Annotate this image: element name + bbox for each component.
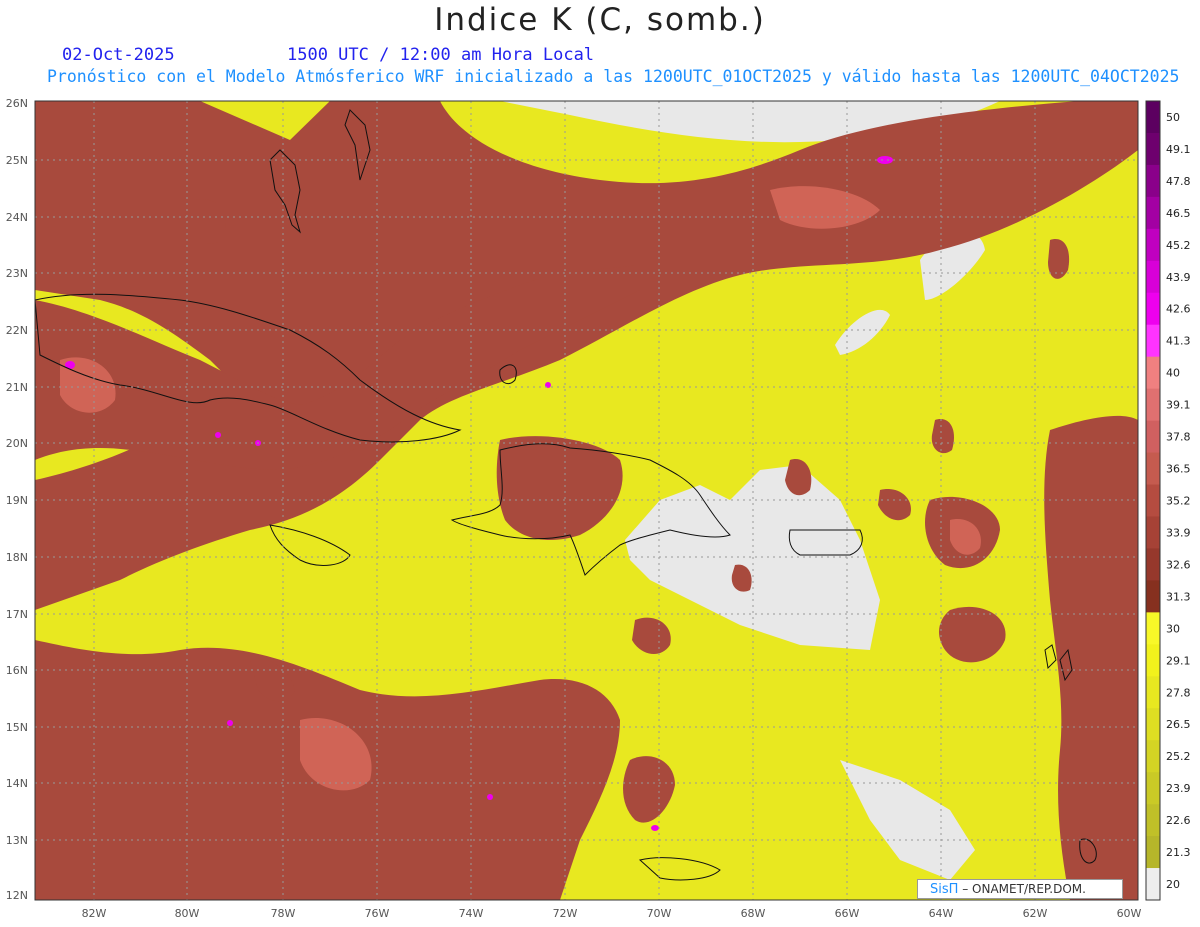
lat-label: 18N	[6, 551, 28, 564]
colorbar-swatch	[1146, 356, 1160, 390]
colorbar-swatch	[1146, 868, 1160, 901]
colorbar-swatch	[1146, 804, 1160, 837]
lat-label: 24N	[6, 211, 28, 224]
lon-label: 74W	[459, 907, 484, 920]
colorbar-swatch	[1146, 772, 1160, 805]
colorbar-label: 32.6	[1166, 558, 1191, 571]
colorbar-label: 20	[1166, 878, 1180, 891]
colorbar-label: 49.1	[1166, 143, 1191, 156]
colorbar-swatch	[1146, 580, 1160, 613]
sis-logo-text: SisΠ	[930, 882, 959, 897]
colorbar-swatch	[1146, 164, 1160, 198]
lat-label: 23N	[6, 267, 28, 280]
colorbar-label: 29.1	[1166, 654, 1191, 667]
lat-label: 15N	[6, 721, 28, 734]
lon-label: 82W	[82, 907, 107, 920]
lat-label: 17N	[6, 608, 28, 621]
colorbar-label: 23.9	[1166, 782, 1191, 795]
colorbar-swatch	[1146, 484, 1160, 517]
colorbar-label: 26.5	[1166, 718, 1191, 731]
lat-label: 21N	[6, 381, 28, 394]
map-figure: 26N 25N 24N 23N 22N 21N 20N 19N 18N 17N …	[6, 97, 1191, 920]
lat-label: 16N	[6, 664, 28, 677]
lon-label: 76W	[365, 907, 390, 920]
colorbar-swatch	[1146, 196, 1160, 230]
colorbar-label: 50	[1166, 111, 1180, 124]
colorbar-swatch	[1146, 548, 1160, 581]
colorbar-label: 39.1	[1166, 399, 1191, 412]
colorbar-label: 25.2	[1166, 750, 1191, 763]
lat-label: 13N	[6, 834, 28, 847]
colorbar-label: 37.8	[1166, 431, 1191, 444]
colorbar-label: 31.3	[1166, 590, 1191, 603]
colorbar-swatch	[1146, 452, 1160, 486]
colorbar-label: 30	[1166, 622, 1180, 635]
colorbar: 50 49.1 47.8 46.5 45.2 43.9 42.6 41.3 40 39.1 37.8…	[1145, 100, 1191, 901]
colorbar-swatch	[1146, 324, 1160, 358]
colorbar-label: 45.2	[1166, 239, 1191, 252]
lon-label: 78W	[271, 907, 296, 920]
lat-label: 22N	[6, 324, 28, 337]
colorbar-label: 33.9	[1166, 526, 1191, 539]
k-index-field	[35, 101, 1138, 900]
lon-label: 80W	[175, 907, 200, 920]
lon-label: 62W	[1023, 907, 1048, 920]
lon-label: 64W	[929, 907, 954, 920]
colorbar-swatch	[1146, 101, 1160, 134]
colorbar-label: 43.9	[1166, 271, 1191, 284]
credit-text: – ONAMET/REP.DOM.	[958, 882, 1086, 896]
lat-label: 19N	[6, 494, 28, 507]
colorbar-label: 42.6	[1166, 303, 1191, 316]
colorbar-label: 40	[1166, 367, 1180, 380]
credit-box: SisΠ – ONAMET/REP.DOM.	[917, 879, 1123, 899]
lat-label: 20N	[6, 437, 28, 450]
lon-label: 66W	[835, 907, 860, 920]
colorbar-swatch	[1146, 612, 1160, 645]
colorbar-swatch	[1146, 132, 1160, 166]
colorbar-swatch	[1146, 292, 1160, 326]
colorbar-swatch	[1146, 836, 1160, 869]
lon-label: 70W	[647, 907, 672, 920]
colorbar-swatch	[1146, 516, 1160, 549]
colorbar-swatch	[1146, 708, 1160, 741]
lat-label: 14N	[6, 777, 28, 790]
colorbar-swatch	[1146, 420, 1160, 454]
colorbar-label: 47.8	[1166, 175, 1191, 188]
longitude-labels: 82W 80W 78W 76W 74W 72W 70W 68W 66W 64W …	[82, 907, 1142, 920]
colorbar-swatch	[1146, 228, 1160, 262]
colorbar-swatch	[1146, 740, 1160, 773]
colorbar-label: 22.6	[1166, 814, 1191, 827]
lat-label: 12N	[6, 889, 28, 902]
lat-label: 26N	[6, 97, 28, 110]
colorbar-label: 21.3	[1166, 846, 1191, 859]
colorbar-label: 41.3	[1166, 335, 1191, 348]
colorbar-label: 27.8	[1166, 686, 1191, 699]
colorbar-label: 46.5	[1166, 207, 1191, 220]
lon-label: 72W	[553, 907, 578, 920]
lat-label: 25N	[6, 154, 28, 167]
lon-label: 68W	[741, 907, 766, 920]
latitude-labels: 26N 25N 24N 23N 22N 21N 20N 19N 18N 17N …	[6, 97, 28, 902]
colorbar-swatch	[1146, 260, 1160, 294]
colorbar-swatch	[1146, 676, 1160, 709]
colorbar-swatch	[1146, 644, 1160, 677]
colorbar-label: 35.2	[1166, 495, 1191, 508]
colorbar-swatch	[1146, 388, 1160, 422]
lon-label: 60W	[1117, 907, 1142, 920]
colorbar-label: 36.5	[1166, 463, 1191, 476]
